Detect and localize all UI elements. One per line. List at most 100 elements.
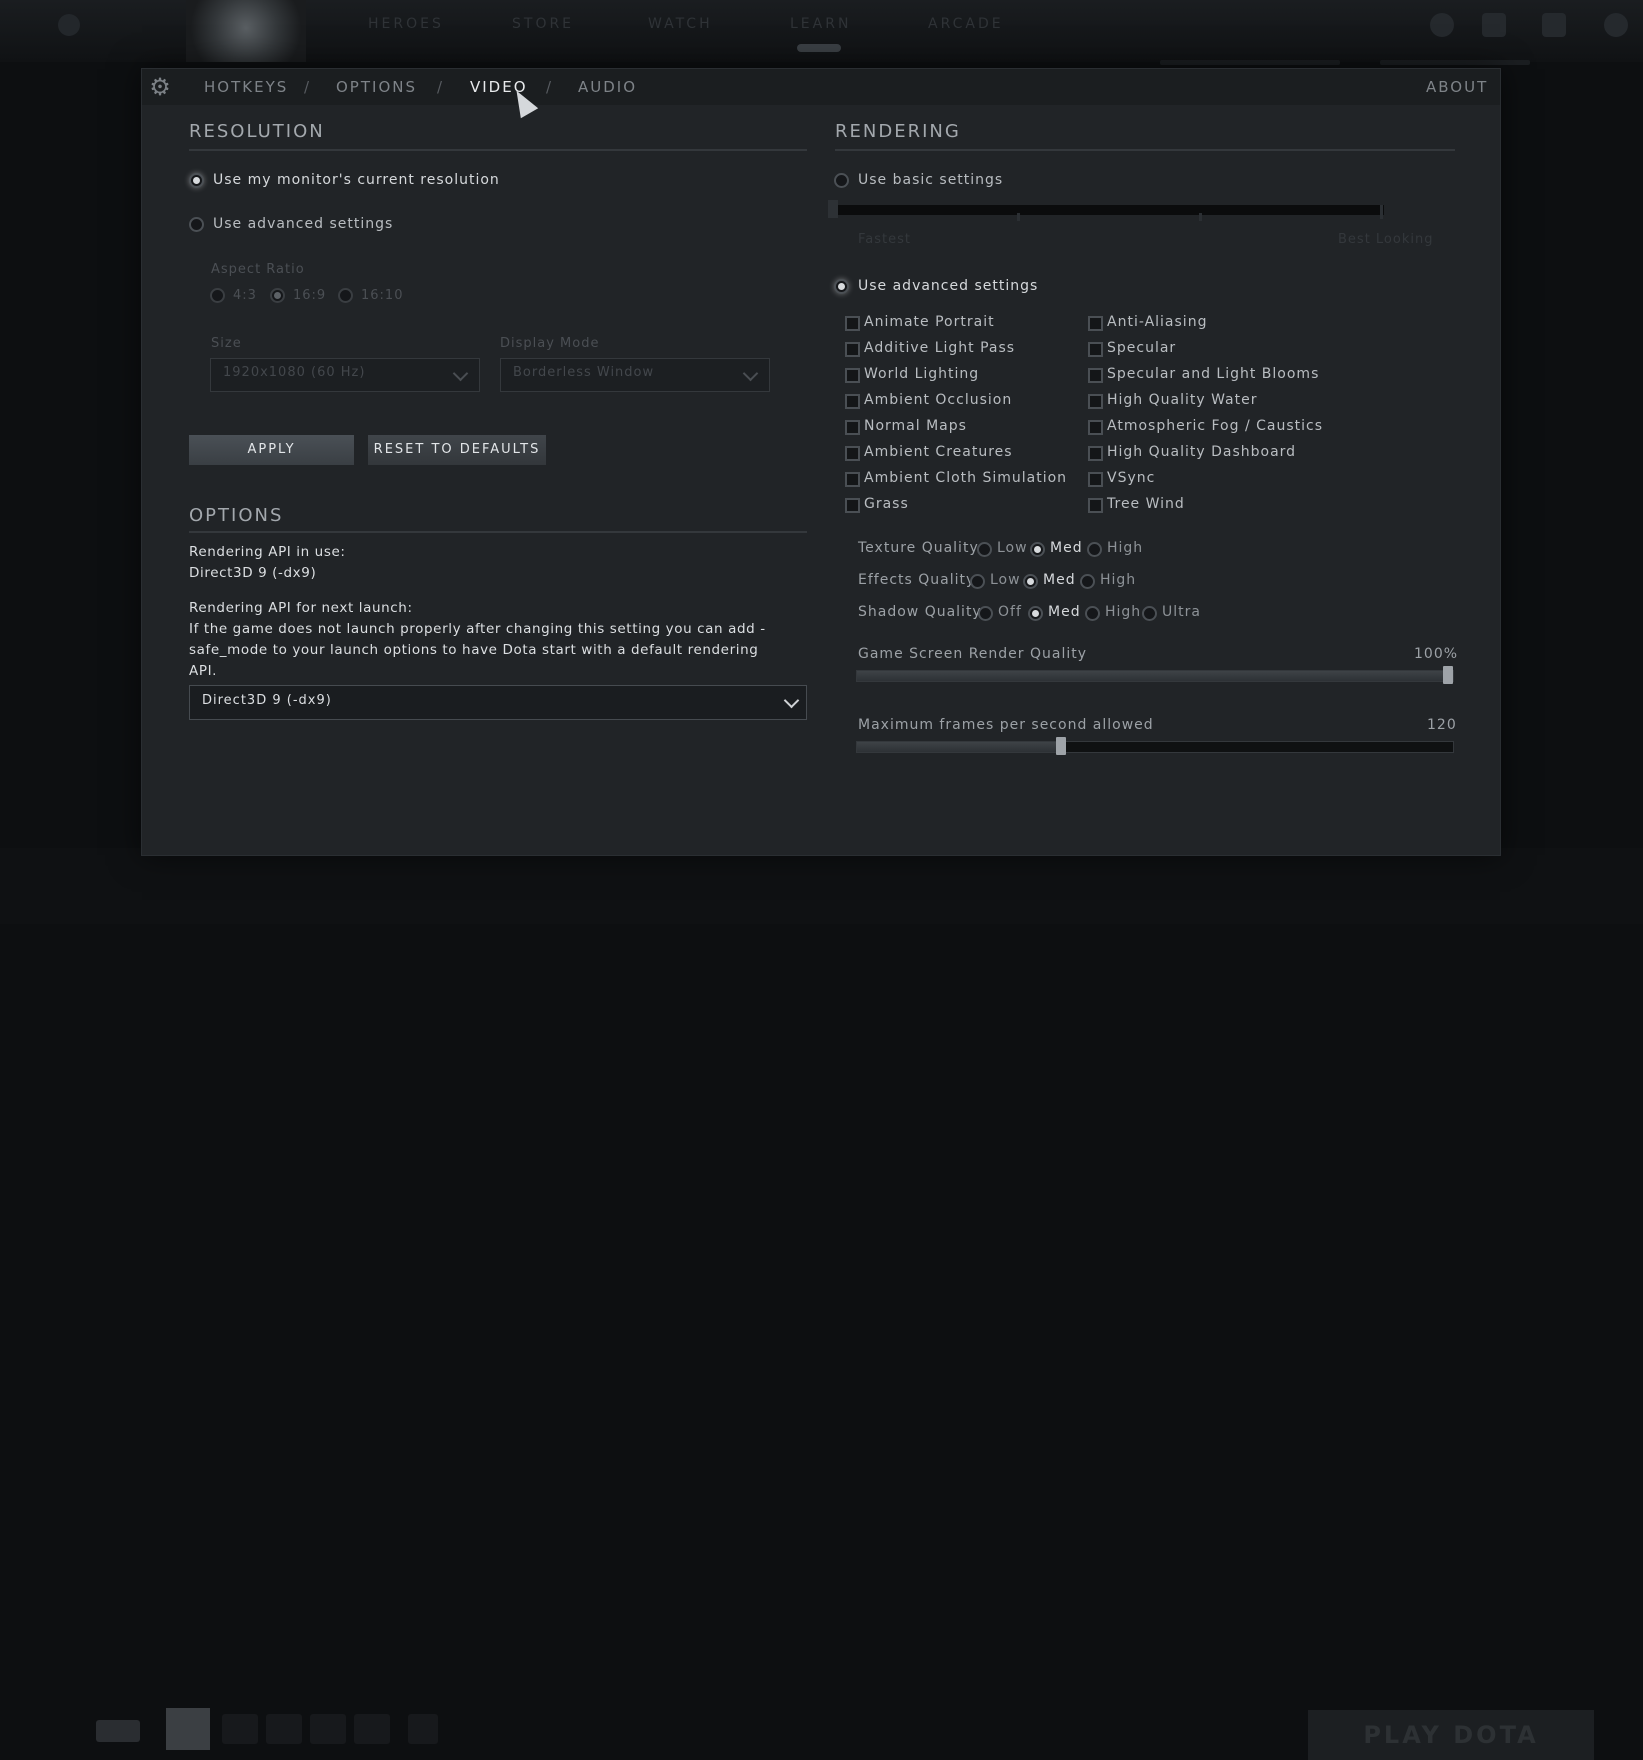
effects-quality-med-radio[interactable] <box>1023 574 1038 589</box>
resolution-monitor-label[interactable]: Use my monitor's current resolution <box>213 172 500 188</box>
texture-quality-low-radio[interactable] <box>977 542 992 557</box>
party-slot[interactable] <box>310 1714 346 1744</box>
checkbox-grass[interactable] <box>845 498 860 513</box>
user-avatar-icon[interactable] <box>1604 13 1628 37</box>
aspect-16-9-radio[interactable] <box>270 288 285 303</box>
tab-hotkeys[interactable]: HOTKEYS <box>204 78 288 96</box>
shadow-quality-med-label[interactable]: Med <box>1048 604 1081 620</box>
checkbox-normal-maps-label[interactable]: Normal Maps <box>864 418 967 434</box>
checkbox-high-quality-dashboard-label[interactable]: High Quality Dashboard <box>1107 444 1296 460</box>
checkbox-grass-label[interactable]: Grass <box>864 496 909 512</box>
checkbox-anti-aliasing[interactable] <box>1088 316 1103 331</box>
checkbox-specular-light-blooms[interactable] <box>1088 368 1103 383</box>
chat-icon[interactable] <box>1482 13 1506 37</box>
basic-quality-slider-handle[interactable] <box>828 200 838 218</box>
effects-quality-high-label[interactable]: High <box>1100 572 1136 588</box>
party-avatar[interactable] <box>166 1708 210 1750</box>
checkbox-anti-aliasing-label[interactable]: Anti-Aliasing <box>1107 314 1207 330</box>
rendering-advanced-radio[interactable] <box>834 279 849 294</box>
checkbox-ambient-occlusion-label[interactable]: Ambient Occlusion <box>864 392 1012 408</box>
shadow-quality-off-radio[interactable] <box>978 606 993 621</box>
checkbox-high-quality-water[interactable] <box>1088 394 1103 409</box>
checkbox-vsync[interactable] <box>1088 472 1103 487</box>
profile-avatar[interactable] <box>186 0 306 62</box>
checkbox-vsync-label[interactable]: VSync <box>1107 470 1155 486</box>
shadow-quality-high-label[interactable]: High <box>1105 604 1141 620</box>
checkbox-high-quality-water-label[interactable]: High Quality Water <box>1107 392 1258 408</box>
texture-quality-med-label[interactable]: Med <box>1050 540 1083 556</box>
checkbox-specular[interactable] <box>1088 342 1103 357</box>
max-fps-slider[interactable] <box>856 737 1454 755</box>
checkbox-animate-portrait-label[interactable]: Animate Portrait <box>864 314 995 330</box>
top-nav-store[interactable]: STORE <box>512 16 574 32</box>
reset-to-defaults-button[interactable]: RESET TO DEFAULTS <box>368 435 546 465</box>
aspect-16-9-label[interactable]: 16:9 <box>293 288 326 303</box>
checkbox-tree-wind[interactable] <box>1088 498 1103 513</box>
aspect-16-10-radio[interactable] <box>338 288 353 303</box>
checkbox-normal-maps[interactable] <box>845 420 860 435</box>
max-fps-slider-handle[interactable] <box>1056 737 1066 755</box>
display-mode-select[interactable]: Borderless Window <box>500 358 770 392</box>
checkbox-world-lighting[interactable] <box>845 368 860 383</box>
size-select[interactable]: 1920x1080 (60 Hz) <box>210 358 480 392</box>
shadow-quality-ultra-radio[interactable] <box>1142 606 1157 621</box>
party-slot[interactable] <box>354 1714 390 1744</box>
checkbox-additive-light-pass-label[interactable]: Additive Light Pass <box>864 340 1015 356</box>
party-icon[interactable] <box>96 1720 140 1742</box>
checkbox-high-quality-dashboard[interactable] <box>1088 446 1103 461</box>
texture-quality-med-radio[interactable] <box>1030 542 1045 557</box>
checkbox-atmospheric-fog-label[interactable]: Atmospheric Fog / Caustics <box>1107 418 1323 434</box>
checkbox-animate-portrait[interactable] <box>845 316 860 331</box>
checkbox-specular-light-blooms-label[interactable]: Specular and Light Blooms <box>1107 366 1319 382</box>
shadow-quality-med-radio[interactable] <box>1028 606 1043 621</box>
home-icon[interactable] <box>58 14 80 36</box>
invite-icon[interactable] <box>408 1714 438 1744</box>
chevron-up-icon[interactable] <box>44 1714 72 1744</box>
render-quality-slider-handle[interactable] <box>1443 666 1453 684</box>
top-nav-heroes[interactable]: HEROES <box>368 16 444 32</box>
top-nav-arcade[interactable]: ARCADE <box>928 16 1004 32</box>
friends-icon[interactable] <box>1430 13 1454 37</box>
top-nav-learn[interactable]: LEARN <box>790 16 851 32</box>
apply-button[interactable]: APPLY <box>189 435 354 465</box>
resolution-advanced-label[interactable]: Use advanced settings <box>213 216 393 232</box>
resolution-monitor-radio[interactable] <box>189 173 204 188</box>
rendering-basic-label[interactable]: Use basic settings <box>858 172 1003 188</box>
checkbox-world-lighting-label[interactable]: World Lighting <box>864 366 979 382</box>
shadow-quality-off-label[interactable]: Off <box>998 604 1022 620</box>
render-quality-slider[interactable] <box>856 666 1454 684</box>
top-nav-watch[interactable]: WATCH <box>648 16 713 32</box>
resolution-advanced-radio[interactable] <box>189 217 204 232</box>
rendering-advanced-label[interactable]: Use advanced settings <box>858 278 1038 294</box>
checkbox-ambient-cloth-simulation[interactable] <box>845 472 860 487</box>
inventory-icon[interactable] <box>1542 13 1566 37</box>
checkbox-ambient-creatures-label[interactable]: Ambient Creatures <box>864 444 1013 460</box>
rendering-api-select[interactable]: Direct3D 9 (-dx9) <box>189 685 807 720</box>
checkbox-ambient-occlusion[interactable] <box>845 394 860 409</box>
effects-quality-med-label[interactable]: Med <box>1043 572 1076 588</box>
basic-quality-slider[interactable] <box>828 200 1384 221</box>
party-slot[interactable] <box>266 1714 302 1744</box>
shadow-quality-high-radio[interactable] <box>1085 606 1100 621</box>
effects-quality-low-radio[interactable] <box>970 574 985 589</box>
texture-quality-high-label[interactable]: High <box>1107 540 1143 556</box>
rendering-basic-radio[interactable] <box>834 173 849 188</box>
aspect-16-10-label[interactable]: 16:10 <box>361 288 403 303</box>
checkbox-tree-wind-label[interactable]: Tree Wind <box>1107 496 1185 512</box>
tab-audio[interactable]: AUDIO <box>578 78 637 96</box>
checkbox-specular-label[interactable]: Specular <box>1107 340 1176 356</box>
shadow-quality-ultra-label[interactable]: Ultra <box>1162 604 1201 620</box>
texture-quality-low-label[interactable]: Low <box>997 540 1028 556</box>
texture-quality-high-radio[interactable] <box>1087 542 1102 557</box>
effects-quality-low-label[interactable]: Low <box>990 572 1021 588</box>
checkbox-additive-light-pass[interactable] <box>845 342 860 357</box>
effects-quality-high-radio[interactable] <box>1080 574 1095 589</box>
tab-about[interactable]: ABOUT <box>1426 78 1488 96</box>
checkbox-atmospheric-fog[interactable] <box>1088 420 1103 435</box>
aspect-4-3-label[interactable]: 4:3 <box>233 288 257 303</box>
checkbox-ambient-cloth-simulation-label[interactable]: Ambient Cloth Simulation <box>864 470 1067 486</box>
tab-options[interactable]: OPTIONS <box>336 78 417 96</box>
play-dota-button[interactable]: PLAY DOTA <box>1308 1710 1594 1760</box>
aspect-4-3-radio[interactable] <box>210 288 225 303</box>
checkbox-ambient-creatures[interactable] <box>845 446 860 461</box>
